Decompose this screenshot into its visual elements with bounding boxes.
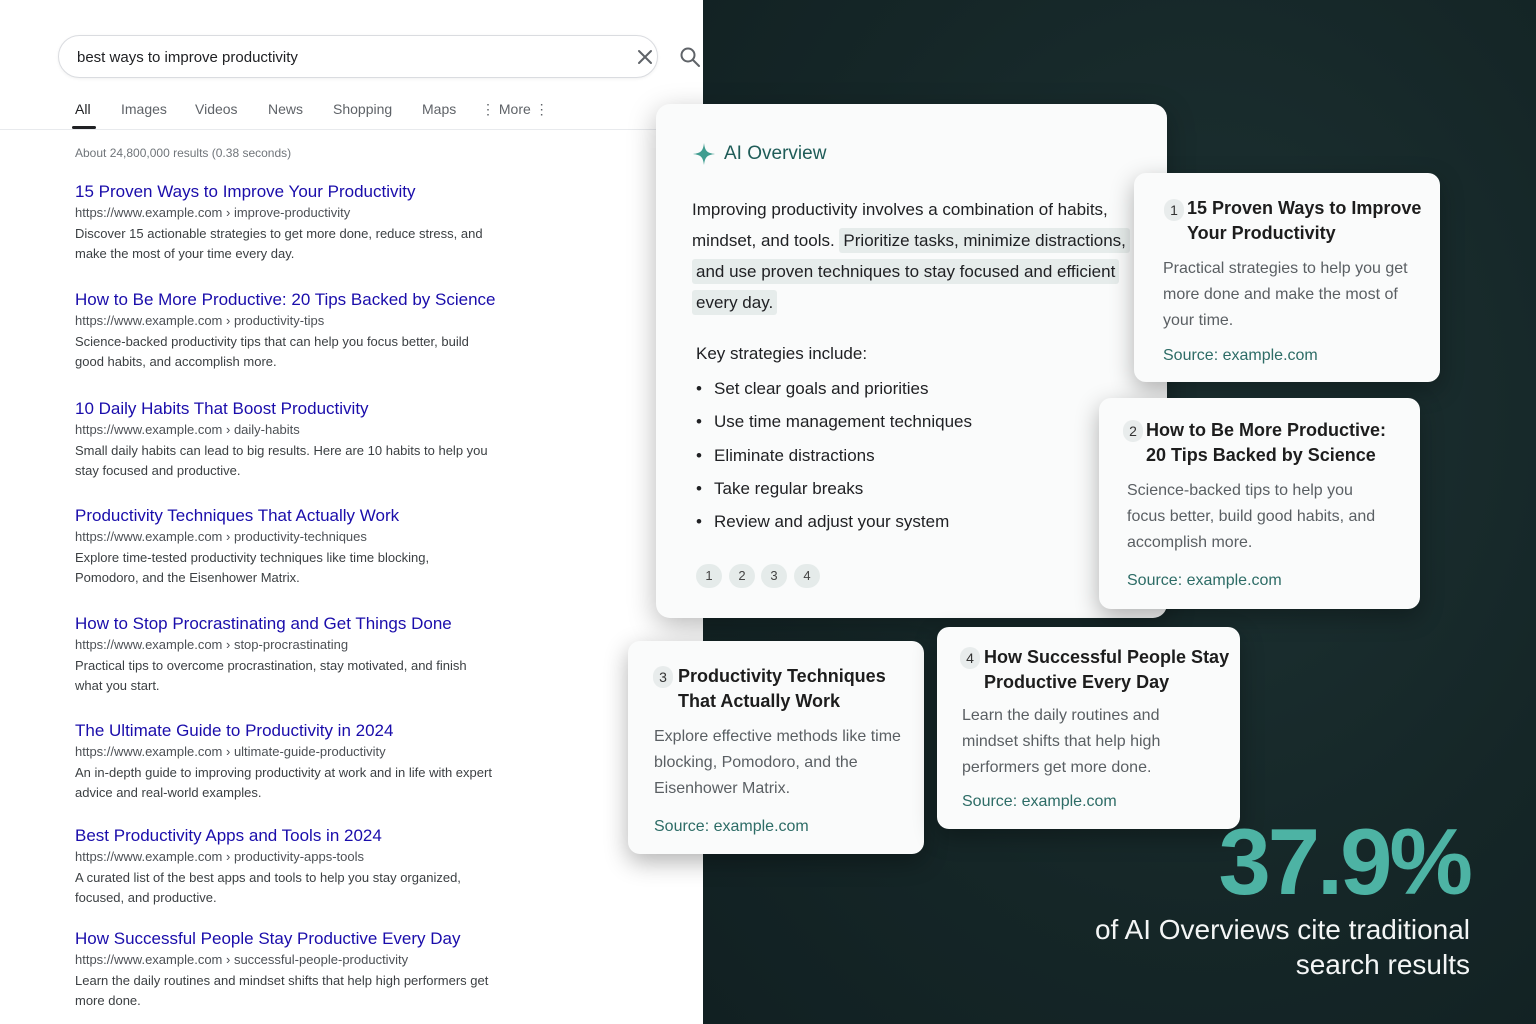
citation-chip-3[interactable]: 3 bbox=[761, 564, 787, 588]
search-result: How to Be More Productive: 20 Tips Backe… bbox=[75, 289, 515, 372]
list-item: • Set clear goals and priorities bbox=[696, 379, 929, 398]
search-icon[interactable] bbox=[679, 46, 701, 68]
source-title: How Successful People Stay Productive Ev… bbox=[984, 647, 1230, 692]
result-snippet: Small daily habits can lead to big resul… bbox=[75, 443, 488, 478]
tabs-divider bbox=[0, 129, 656, 130]
result-title-link[interactable]: Best Productivity Apps and Tools in 2024 bbox=[75, 825, 515, 847]
stat-value: 37.9% bbox=[1218, 809, 1473, 914]
list-item: • Use time management techniques bbox=[696, 412, 972, 432]
source-card-1[interactable]: 1 15 Proven Ways to Improve Your Product… bbox=[1134, 173, 1440, 382]
tab-videos[interactable]: Videos bbox=[195, 101, 238, 117]
source-link[interactable]: Source: example.com bbox=[1163, 347, 1318, 365]
citation-chip-4[interactable]: 4 bbox=[794, 564, 820, 588]
source-number: 4 bbox=[960, 647, 980, 669]
source-number: 3 bbox=[653, 666, 673, 688]
result-snippet: Science-backed productivity tips that ca… bbox=[75, 334, 469, 369]
source-number: 1 bbox=[1164, 199, 1184, 221]
source-description: Practical strategies to help you get mor… bbox=[1163, 260, 1408, 329]
result-snippet: Learn the daily routines and mindset shi… bbox=[75, 973, 489, 1008]
search-result: Productivity Techniques That Actually Wo… bbox=[75, 505, 515, 588]
result-snippet: An in-depth guide to improving productiv… bbox=[75, 765, 492, 800]
tab-maps[interactable]: Maps bbox=[422, 101, 456, 117]
source-title: Productivity Techniques That Actually Wo… bbox=[678, 666, 886, 711]
result-url: https://www.example.com › daily-habits bbox=[75, 422, 300, 437]
list-item: • Take regular breaks bbox=[696, 478, 864, 498]
result-title-link[interactable]: How to Be More Productive: 20 Tips Backe… bbox=[75, 289, 515, 311]
search-input[interactable] bbox=[77, 47, 557, 67]
stat-caption: of AI Overviews cite traditional search … bbox=[1094, 914, 1470, 980]
search-bar bbox=[58, 35, 700, 78]
result-url: https://www.example.com › ultimate-guide… bbox=[75, 744, 386, 759]
result-url: https://www.example.com › stop-procrasti… bbox=[75, 637, 349, 652]
ai-overview-title: AI Overview bbox=[724, 143, 827, 164]
result-title-link[interactable]: 15 Proven Ways to Improve Your Productiv… bbox=[75, 181, 515, 203]
result-snippet: A curated list of the best apps and tool… bbox=[75, 870, 461, 905]
result-url: https://www.example.com › productivity-a… bbox=[75, 849, 364, 864]
search-result: The Ultimate Guide to Productivity in 20… bbox=[75, 720, 515, 803]
source-link[interactable]: Source: example.com bbox=[962, 793, 1117, 811]
search-result: How Successful People Stay Productive Ev… bbox=[75, 928, 515, 1011]
result-snippet: Practical tips to overcome procrastinati… bbox=[75, 658, 467, 693]
tab-images[interactable]: Images bbox=[121, 101, 167, 117]
source-link[interactable]: Source: example.com bbox=[654, 818, 809, 836]
source-card-2[interactable]: 2 How to Be More Productive: 20 Tips Bac… bbox=[1099, 398, 1420, 609]
result-title-link[interactable]: The Ultimate Guide to Productivity in 20… bbox=[75, 720, 515, 742]
search-result: 10 Daily Habits That Boost Productivity … bbox=[75, 398, 515, 481]
source-link[interactable]: Source: example.com bbox=[1127, 572, 1282, 590]
result-stats: About 24,800,000 results (0.38 seconds) bbox=[75, 146, 292, 160]
source-description: Learn the daily routines and mindset shi… bbox=[962, 707, 1161, 776]
search-results-panel: All Images Videos News Shopping Maps ⋮ M… bbox=[0, 0, 703, 1024]
key-strategies-heading: Key strategies include: bbox=[696, 344, 868, 363]
list-item: • Review and adjust your system bbox=[696, 512, 950, 532]
source-title: How to Be More Productive: 20 Tips Backe… bbox=[1146, 420, 1387, 465]
result-snippet: Explore time-tested productivity techniq… bbox=[75, 550, 430, 585]
result-title-link[interactable]: How to Stop Procrastinating and Get Thin… bbox=[75, 613, 515, 635]
tab-news[interactable]: News bbox=[268, 101, 303, 117]
source-description: Science-backed tips to help you focus be… bbox=[1127, 482, 1376, 551]
result-title-link[interactable]: 10 Daily Habits That Boost Productivity bbox=[75, 398, 515, 420]
close-icon[interactable] bbox=[635, 47, 655, 67]
source-title: 15 Proven Ways to Improve Your Productiv… bbox=[1187, 198, 1422, 243]
search-result: 15 Proven Ways to Improve Your Productiv… bbox=[75, 181, 515, 264]
ai-overview-summary: Improving productivity involves a combin… bbox=[692, 194, 1132, 318]
result-snippet: Discover 15 actionable strategies to get… bbox=[75, 226, 483, 261]
result-url: https://www.example.com › productivity-t… bbox=[75, 313, 325, 328]
result-title-link[interactable]: How Successful People Stay Productive Ev… bbox=[75, 928, 515, 950]
result-url: https://www.example.com › successful-peo… bbox=[75, 952, 409, 967]
tab-shopping[interactable]: Shopping bbox=[333, 101, 392, 117]
search-result: Best Productivity Apps and Tools in 2024… bbox=[75, 825, 515, 908]
result-url: https://www.example.com › improve-produc… bbox=[75, 205, 351, 220]
ai-overview-card: AI Overview Improving productivity invol… bbox=[656, 104, 1167, 618]
search-result: How to Stop Procrastinating and Get Thin… bbox=[75, 613, 515, 696]
list-item: • Eliminate distractions bbox=[696, 445, 875, 465]
source-card-4[interactable]: 4 How Successful People Stay Productive … bbox=[937, 627, 1240, 829]
source-description: Explore effective methods like time bloc… bbox=[654, 728, 901, 797]
citation-chip-2[interactable]: 2 bbox=[729, 564, 755, 588]
tab-more[interactable]: ⋮ More ⋮ bbox=[481, 101, 549, 118]
strategy-list: • Set clear goals and priorities • Use tim… bbox=[696, 378, 972, 544]
result-title-link[interactable]: Productivity Techniques That Actually Wo… bbox=[75, 505, 515, 527]
source-number: 2 bbox=[1123, 420, 1143, 442]
citation-chip-1[interactable]: 1 bbox=[696, 564, 722, 588]
tab-all[interactable]: All bbox=[75, 101, 91, 117]
sparkle-icon bbox=[692, 142, 716, 166]
source-card-3[interactable]: 3 Productivity Techniques That Actually … bbox=[628, 641, 924, 854]
result-url: https://www.example.com › productivity-t… bbox=[75, 529, 367, 544]
